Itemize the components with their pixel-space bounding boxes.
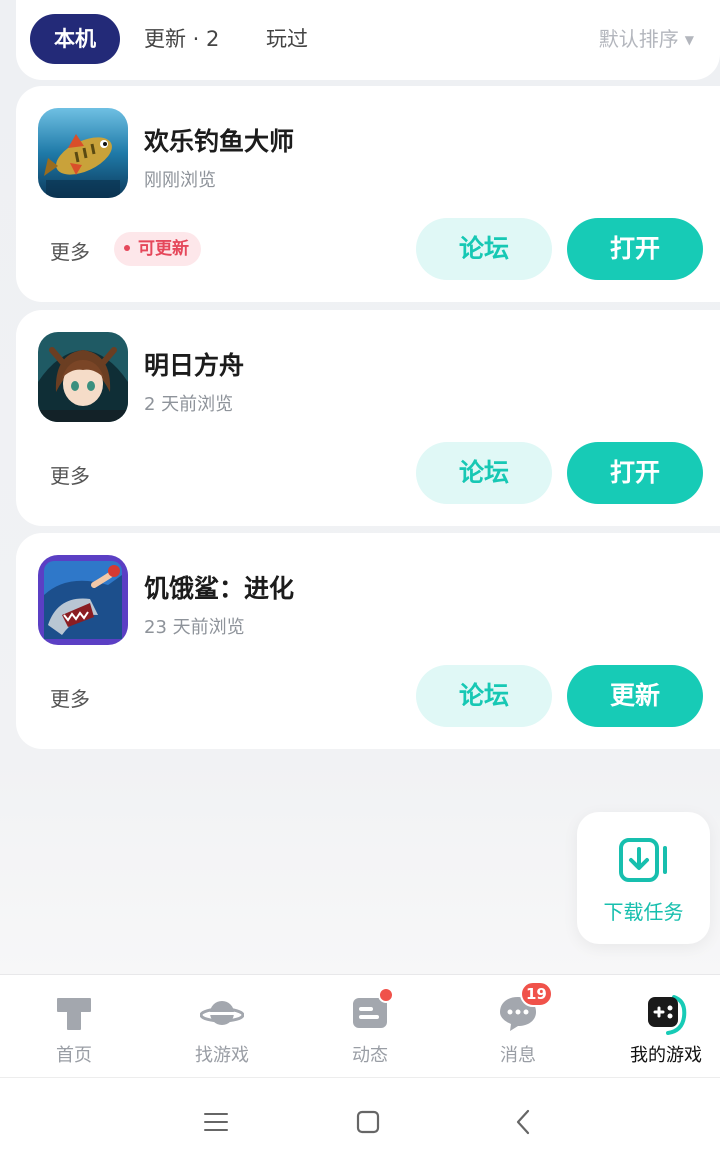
- filter-tab-bar: 本机 更新 · 2 玩过 默认排序 ▼: [16, 0, 720, 80]
- download-task-button[interactable]: 下载任务: [577, 812, 710, 944]
- caret-down-icon: ▼: [684, 33, 694, 47]
- update-available-badge: 可更新: [114, 232, 201, 266]
- dot-icon: [124, 245, 130, 251]
- nav-label: 找游戏: [195, 1045, 249, 1066]
- open-button[interactable]: 打开: [567, 442, 703, 504]
- forum-button[interactable]: 论坛: [416, 218, 552, 280]
- sort-label: 默认排序: [598, 27, 679, 51]
- game-title: 欢乐钓鱼大师: [144, 127, 295, 156]
- last-browsed-text: 2 天前浏览: [144, 394, 234, 415]
- forum-button[interactable]: 论坛: [416, 442, 552, 504]
- home-square-icon[interactable]: [352, 1106, 384, 1138]
- system-navigation-bar: [0, 1077, 720, 1165]
- game-title: 明日方舟: [144, 351, 245, 380]
- game-card: 明日方舟 2 天前浏览 更多 论坛 打开: [16, 310, 720, 526]
- more-button[interactable]: 更多: [50, 460, 90, 489]
- nav-messages[interactable]: 19 消息: [446, 975, 590, 1078]
- nav-label: 首页: [56, 1045, 92, 1066]
- more-button[interactable]: 更多: [50, 683, 90, 712]
- tab-played[interactable]: 玩过: [266, 14, 308, 64]
- planet-icon: [200, 1001, 244, 1025]
- home-icon: [57, 998, 91, 1030]
- menu-icon[interactable]: [200, 1106, 232, 1138]
- arknights-game-icon[interactable]: [38, 332, 128, 422]
- hungry-shark-game-icon[interactable]: [38, 555, 128, 645]
- nav-label: 消息: [500, 1045, 536, 1066]
- unread-count-badge: 19: [520, 981, 553, 1007]
- game-card: 饥饿鲨：进化 23 天前浏览 更多 论坛 更新: [16, 533, 720, 749]
- badge-label: 可更新: [138, 239, 189, 259]
- nav-my-games[interactable]: 我的游戏: [594, 975, 720, 1078]
- forum-button[interactable]: 论坛: [416, 665, 552, 727]
- sort-dropdown[interactable]: 默认排序 ▼: [599, 14, 694, 64]
- gamepad-icon: [648, 995, 687, 1035]
- fishing-game-icon[interactable]: [38, 108, 128, 198]
- tab-updates[interactable]: 更新 · 2: [144, 14, 219, 64]
- nav-feed[interactable]: 动态: [298, 975, 442, 1078]
- more-button[interactable]: 更多: [50, 236, 90, 265]
- bottom-navigation: 首页 找游戏 动态 19 消息 我的游戏: [0, 974, 720, 1077]
- nav-label: 动态: [352, 1045, 388, 1066]
- update-button[interactable]: 更新: [567, 665, 703, 727]
- back-icon[interactable]: [508, 1106, 540, 1138]
- game-card: 欢乐钓鱼大师 刚刚浏览 更多 可更新 论坛 打开: [16, 86, 720, 302]
- game-title: 饥饿鲨：进化: [144, 574, 295, 603]
- open-button[interactable]: 打开: [567, 218, 703, 280]
- nav-label: 我的游戏: [630, 1045, 702, 1066]
- last-browsed-text: 23 天前浏览: [144, 617, 245, 638]
- notification-dot: [378, 987, 394, 1003]
- nav-find-games[interactable]: 找游戏: [150, 975, 294, 1078]
- download-icon: [619, 838, 667, 882]
- last-browsed-text: 刚刚浏览: [144, 170, 216, 191]
- tab-local[interactable]: 本机: [30, 14, 120, 64]
- nav-home[interactable]: 首页: [2, 975, 146, 1078]
- download-task-label: 下载任务: [603, 900, 684, 924]
